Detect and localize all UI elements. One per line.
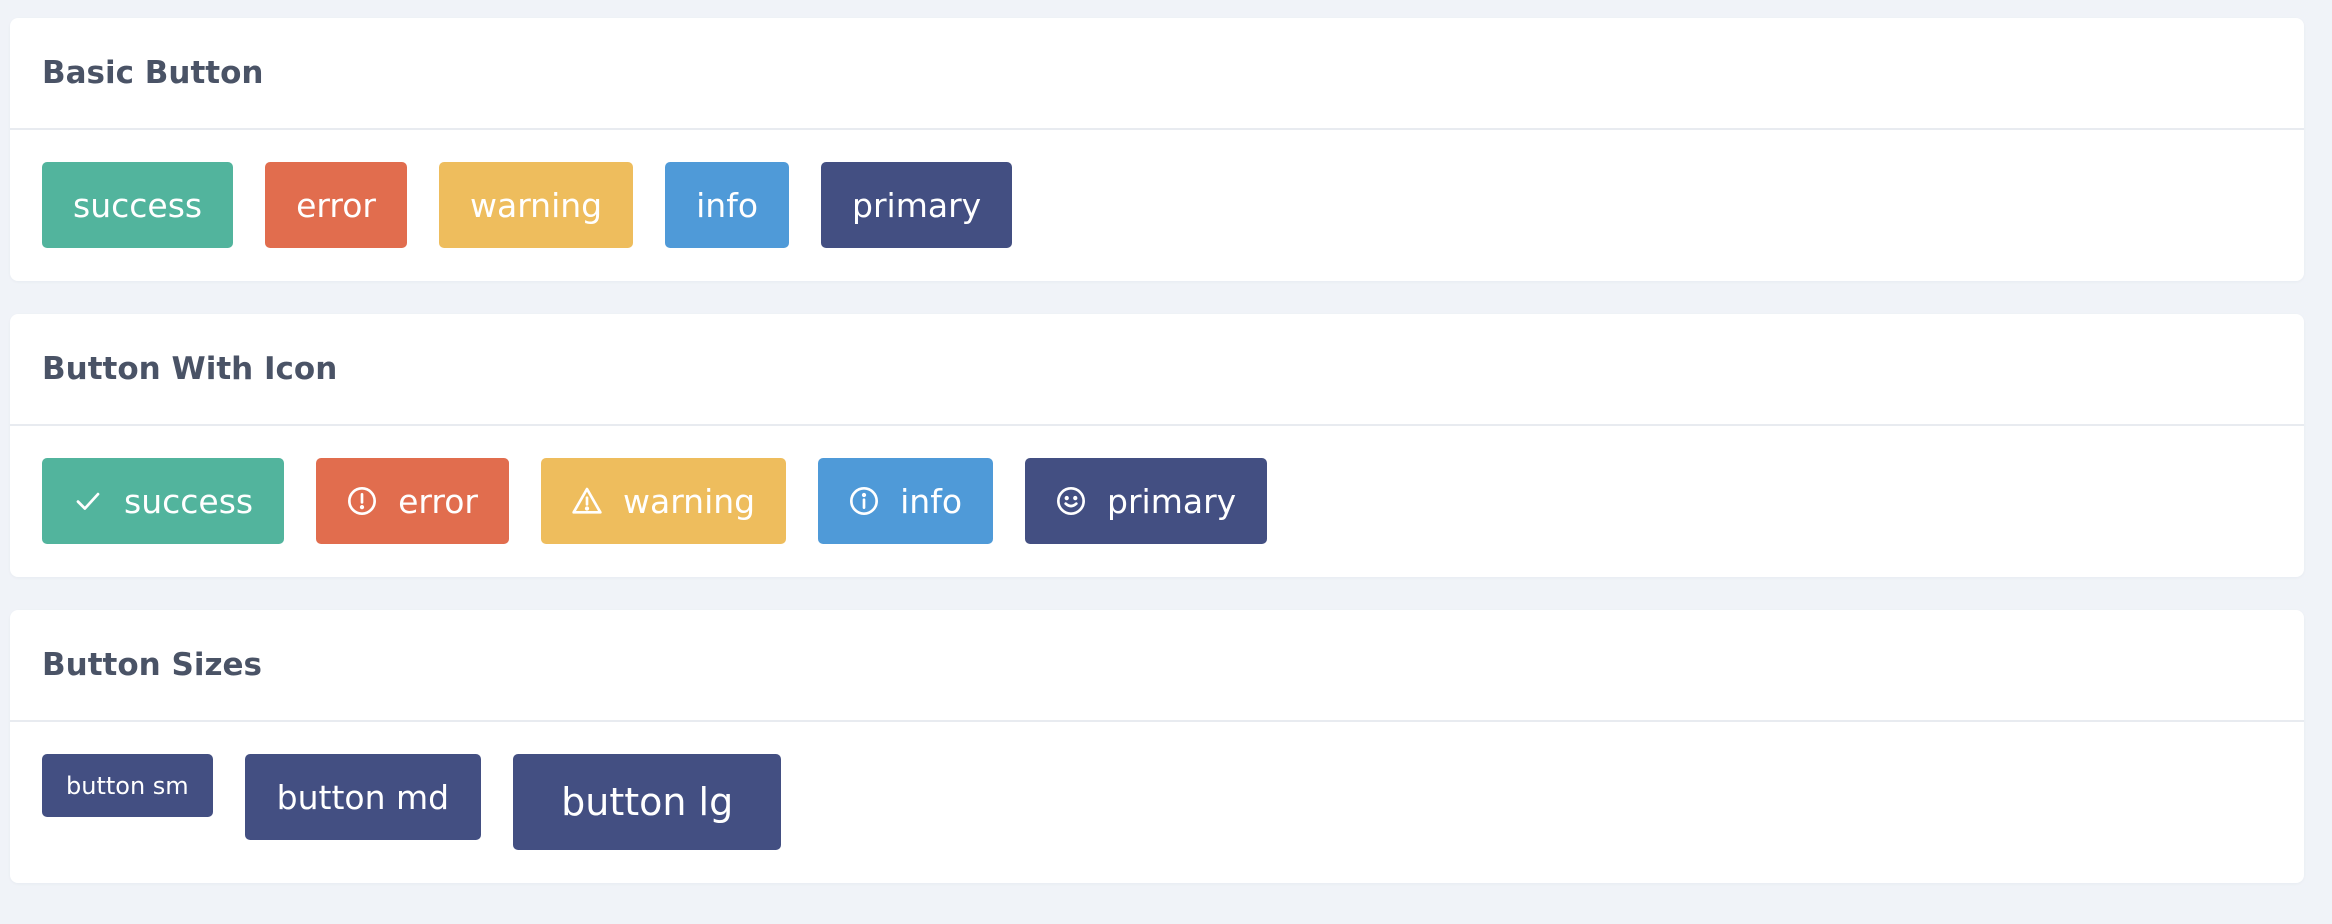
button-sizes-card: Button Sizes button sm button md button …: [10, 610, 2304, 883]
card-body: success error warning info primary: [10, 426, 2304, 544]
error-icon-button[interactable]: error: [316, 458, 509, 544]
button-with-icon-card: Button With Icon success error warning i…: [10, 314, 2304, 577]
info-icon-button[interactable]: info: [818, 458, 994, 544]
error-button[interactable]: error: [265, 162, 407, 248]
primary-icon-button[interactable]: primary: [1025, 458, 1268, 544]
card-title: Basic Button: [42, 55, 264, 91]
card-body: button sm button md button lg: [10, 722, 2304, 850]
check-icon: [72, 485, 104, 517]
info-button[interactable]: info: [665, 162, 790, 248]
warning-icon-button[interactable]: warning: [540, 458, 787, 544]
warning-triangle-icon: [571, 485, 603, 517]
card-header: Button With Icon: [10, 314, 2304, 426]
alert-circle-icon: [346, 485, 378, 517]
success-icon-button[interactable]: success: [42, 458, 285, 544]
button-label: success: [124, 481, 254, 521]
button-label: primary: [1107, 481, 1237, 521]
button-sm[interactable]: button sm: [42, 754, 213, 817]
warning-button[interactable]: warning: [438, 162, 634, 248]
card-body: success error warning info primary: [10, 130, 2304, 248]
button-label: error: [398, 481, 478, 521]
success-button[interactable]: success: [42, 162, 234, 248]
button-md[interactable]: button md: [244, 754, 482, 840]
button-lg[interactable]: button lg: [513, 754, 782, 850]
primary-button[interactable]: primary: [821, 162, 1013, 248]
card-title: Button With Icon: [42, 351, 338, 387]
button-label: info: [900, 481, 963, 521]
button-label: warning: [622, 481, 756, 521]
basic-button-card: Basic Button success error warning info …: [10, 18, 2304, 281]
card-header: Button Sizes: [10, 610, 2304, 722]
card-title: Button Sizes: [42, 647, 262, 683]
card-header: Basic Button: [10, 18, 2304, 130]
info-circle-icon: [848, 485, 880, 517]
smile-icon: [1055, 485, 1087, 517]
